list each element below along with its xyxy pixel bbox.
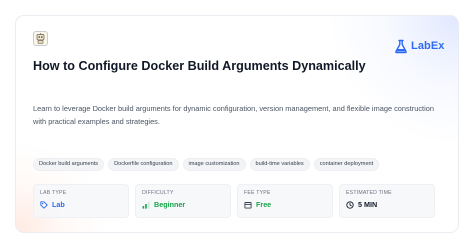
tag-chip[interactable]: build-time variables	[249, 158, 310, 171]
estimated-time-value: 5 MIN	[358, 200, 378, 209]
fee-type-row: Free	[244, 200, 326, 209]
estimated-time-row: 5 MIN	[346, 200, 428, 209]
tag-list: Docker build arguments Dockerfile config…	[33, 158, 380, 171]
lab-description: Learn to leverage Docker build arguments…	[33, 104, 434, 126]
lab-type-row: Lab	[40, 200, 122, 209]
fee-type-label: FEE TYPE	[244, 190, 271, 196]
avatar	[33, 31, 48, 46]
lab-type-value: Lab	[52, 200, 65, 209]
brand-name: LabEx	[411, 40, 445, 52]
flask-icon	[395, 39, 407, 53]
labex-logo[interactable]: LabEx	[394, 38, 445, 54]
tag-chip[interactable]: Docker build arguments	[33, 158, 105, 171]
robot-avatar-icon	[36, 33, 45, 44]
difficulty-box: DIFFICULTY Beginner	[135, 184, 231, 218]
estimated-time-label: ESTIMATED TIME	[346, 190, 392, 196]
tag-icon	[40, 200, 48, 209]
lab-card: LabEx How to Configure Docker Build Argu…	[15, 15, 459, 233]
fee-type-box: FEE TYPE Free	[237, 184, 333, 218]
tag-chip[interactable]: Dockerfile configuration	[108, 158, 179, 171]
page-title: How to Configure Docker Build Arguments …	[33, 59, 366, 73]
fee-type-value: Free	[256, 200, 272, 209]
lab-type-label: LAB TYPE	[40, 190, 67, 196]
clock-icon	[346, 200, 354, 209]
signal-icon	[142, 201, 150, 209]
box-icon	[244, 201, 252, 209]
difficulty-value: Beginner	[154, 200, 186, 209]
estimated-time-box: ESTIMATED TIME 5 MIN	[339, 184, 435, 218]
tag-chip[interactable]: container deployment	[313, 158, 380, 171]
tag-chip[interactable]: image customization	[182, 158, 246, 171]
lab-info-row: LAB TYPE Lab DIFFICULTY Beginner FEE TYP…	[33, 184, 435, 218]
lab-type-box: LAB TYPE Lab	[33, 184, 129, 218]
difficulty-label: DIFFICULTY	[142, 190, 174, 196]
difficulty-row: Beginner	[142, 200, 224, 209]
